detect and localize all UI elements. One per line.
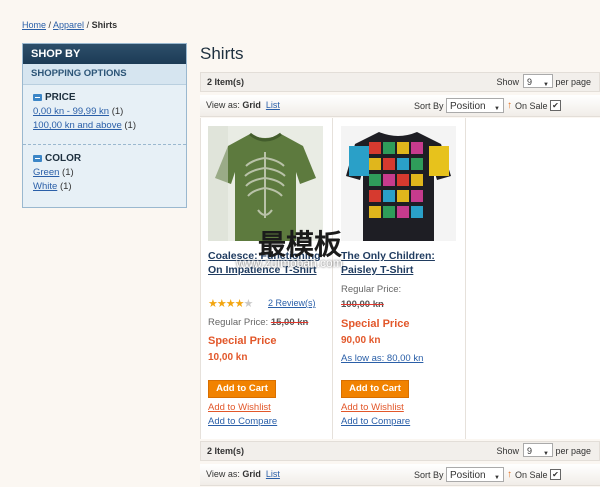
special-price-label: Special Price: [341, 318, 410, 330]
shop-by-title: SHOP BY: [23, 44, 186, 64]
special-price-label: Special Price: [208, 335, 277, 347]
price-filter-title: PRICE: [33, 92, 136, 103]
breadcrumb-current: Shirts: [91, 20, 118, 30]
color-green-link[interactable]: Green: [33, 167, 59, 178]
color-filter-option: Green (1): [33, 167, 81, 178]
per-page-value: 9: [527, 446, 533, 456]
show-label: Show: [496, 77, 519, 87]
dropdown-arrow-icon: ▼: [543, 82, 549, 88]
price-filter: PRICE 0,00 kn - 99,99 kn (1) 100,00 kn a…: [33, 92, 136, 131]
price-range-link[interactable]: 0,00 kn - 99,99 kn: [33, 106, 109, 117]
per-page-select[interactable]: 9 ▼: [523, 443, 553, 457]
sort-by-label: Sort By: [414, 101, 444, 111]
product-item: Coalesce: Functioning On Impatience T-Sh…: [201, 118, 333, 439]
breadcrumb: Home / Apparel / Shirts: [22, 20, 117, 30]
add-to-cart-button[interactable]: Add to Cart: [341, 380, 409, 398]
collapse-icon[interactable]: [33, 155, 42, 162]
view-list-link[interactable]: List: [266, 100, 280, 110]
add-to-compare-link[interactable]: Add to Compare: [341, 416, 410, 427]
product-name-link[interactable]: The Only Children: Paisley T-Shirt: [341, 249, 461, 277]
shop-by-panel: SHOP BY SHOPPING OPTIONS PRICE 0,00 kn -…: [22, 43, 187, 208]
color-white-link[interactable]: White: [33, 181, 57, 192]
regular-price: 15,00 kn: [270, 317, 309, 328]
view-mode: View as: Grid List: [206, 469, 280, 479]
per-page-label: per page: [555, 446, 591, 456]
color-count: (1): [59, 181, 72, 192]
star-filled-icon: ★: [225, 298, 236, 310]
star-filled-icon: ★: [234, 298, 245, 310]
on-sale-checkbox[interactable]: ✔: [550, 469, 561, 480]
dropdown-arrow-icon: ▼: [543, 451, 549, 457]
sort-direction-icon[interactable]: ↑: [507, 100, 512, 111]
price-filter-option: 100,00 kn and above (1): [33, 120, 136, 131]
add-to-compare-link[interactable]: Add to Compare: [208, 416, 277, 427]
price-range-count: (1): [124, 120, 137, 131]
per-page-label: per page: [555, 77, 591, 87]
view-grid-current: Grid: [242, 100, 261, 110]
view-as-label: View as:: [206, 100, 240, 110]
breadcrumb-home-link[interactable]: Home: [22, 20, 46, 30]
on-sale-label: On Sale: [515, 470, 548, 480]
on-sale-label: On Sale: [515, 101, 548, 111]
star-filled-icon: ★: [208, 298, 218, 310]
sort-by-select[interactable]: Position ▼: [446, 98, 504, 113]
add-to-wishlist-link[interactable]: Add to Wishlist: [208, 402, 271, 413]
regular-price-label: Regular Price:: [341, 284, 402, 295]
star-empty-icon: ★: [243, 298, 254, 310]
product-item: The Only Children: Paisley T-Shirt Regul…: [334, 118, 466, 439]
sorter-bar-bottom: View as: Grid List Sort By Position ▼ ↑ O…: [200, 464, 600, 486]
breadcrumb-separator: /: [46, 20, 54, 30]
reviews-link[interactable]: 2 Review(s): [268, 298, 316, 308]
sort-by-select[interactable]: Position ▼: [446, 467, 504, 482]
add-to-wishlist-link[interactable]: Add to Wishlist: [341, 402, 404, 413]
sort-by-value: Position: [450, 101, 486, 112]
color-count: (1): [62, 167, 74, 178]
view-list-link[interactable]: List: [266, 469, 280, 479]
pager-bar-bottom: 2 Item(s) Show 9 ▼ per page: [200, 441, 600, 461]
special-price: 90,00 kn: [341, 335, 381, 346]
items-count: 2 Item(s): [207, 446, 245, 456]
breadcrumb-separator: /: [84, 20, 92, 30]
facet-divider: [23, 144, 186, 145]
per-page-value: 9: [527, 77, 533, 87]
price-filter-label: PRICE: [45, 92, 76, 103]
price-range-count: (1): [111, 106, 124, 117]
regular-price: 100,00 kn: [341, 299, 384, 310]
rating-stars: ★★★★★: [208, 297, 254, 310]
dropdown-arrow-icon: ▼: [494, 475, 500, 481]
watermark-url: www.zuimoban.com: [236, 256, 343, 270]
breadcrumb-apparel-link[interactable]: Apparel: [53, 20, 84, 30]
items-count: 2 Item(s): [207, 77, 245, 87]
as-low-as-link[interactable]: As low as: 80,00 kn: [341, 353, 423, 364]
color-filter-option: White (1): [33, 181, 81, 192]
collapse-icon[interactable]: [33, 94, 42, 101]
regular-price-label: Regular Price:: [208, 317, 269, 328]
on-sale-checkbox[interactable]: ✔: [550, 100, 561, 111]
pager-bar: 2 Item(s) Show 9 ▼ per page: [200, 72, 600, 92]
view-as-label: View as:: [206, 469, 240, 479]
special-price: 10,00 kn: [208, 352, 248, 363]
per-page-select[interactable]: 9 ▼: [523, 74, 553, 88]
shopping-options-title: SHOPPING OPTIONS: [23, 64, 186, 85]
color-filter-title: COLOR: [33, 153, 81, 164]
sort-by-label: Sort By: [414, 470, 444, 480]
sort-direction-icon[interactable]: ↑: [507, 469, 512, 480]
star-filled-icon: ★: [216, 298, 227, 310]
regular-price-row: Regular Price: 15,00 kn: [208, 317, 308, 328]
add-to-cart-button[interactable]: Add to Cart: [208, 380, 276, 398]
view-mode: View as: Grid List: [206, 100, 280, 110]
regular-price-row: 100,00 kn: [341, 299, 384, 310]
sort-by-value: Position: [450, 470, 486, 481]
page-title: Shirts: [200, 44, 244, 63]
product-image-paisley-tshirt[interactable]: [341, 126, 456, 241]
color-filter-label: COLOR: [45, 153, 82, 164]
show-label: Show: [496, 446, 519, 456]
price-filter-option: 0,00 kn - 99,99 kn (1): [33, 106, 136, 117]
view-grid-current: Grid: [242, 469, 261, 479]
price-range-link[interactable]: 100,00 kn and above: [33, 120, 122, 131]
dropdown-arrow-icon: ▼: [494, 106, 500, 112]
product-grid: Coalesce: Functioning On Impatience T-Sh…: [200, 118, 600, 439]
color-filter: COLOR Green (1) White (1): [33, 153, 81, 192]
sorter-bar: View as: Grid List Sort By Position ▼ ↑ O…: [200, 95, 600, 117]
